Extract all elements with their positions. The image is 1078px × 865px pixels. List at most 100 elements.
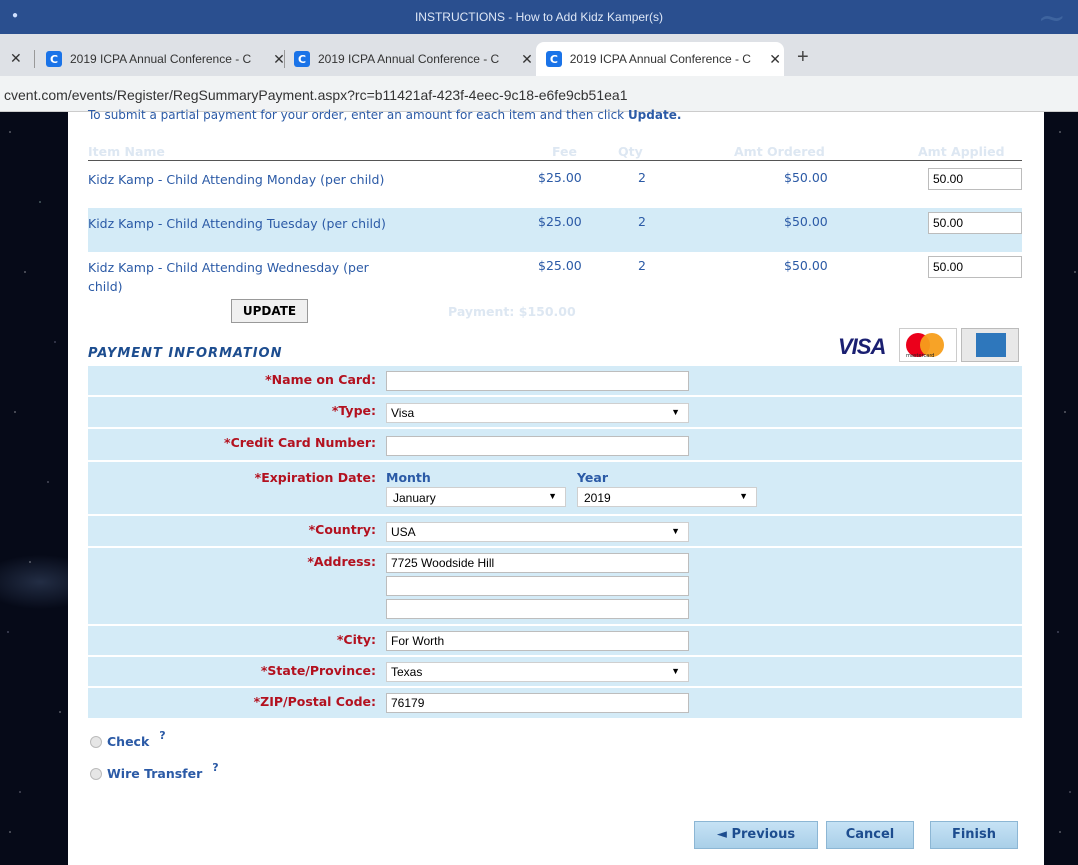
form-row-country: *Country: USA ▼ [88,516,1022,548]
form-row-expiration: *Expiration Date: Month Year January ▼ 2… [88,462,1022,516]
year-label: Year [577,470,608,485]
country-select[interactable]: USA ▼ [386,522,689,542]
tab-separator [284,50,285,68]
dropdown-arrow-icon: ▼ [548,491,557,501]
address-line-2-input[interactable] [386,576,689,596]
url-text[interactable]: cvent.com/events/Register/RegSummaryPaym… [4,87,627,103]
address-bar[interactable]: cvent.com/events/Register/RegSummaryPaym… [0,76,1078,112]
form-row-card-number: *Credit Card Number: [88,429,1022,462]
item-amt-ordered: $50.00 [784,170,828,185]
check-label[interactable]: Check [107,734,149,749]
tab-bar: ✕ C 2019 ICPA Annual Conference - C ✕ C … [0,34,1078,76]
dropdown-arrow-icon: ▼ [671,666,680,676]
state-province-label: *State/Province: [260,663,376,678]
address-line-1-input[interactable]: 7725 Woodside Hill [386,553,689,573]
zip-postal-code-input[interactable]: 76179 [386,693,689,713]
amt-applied-input[interactable]: 50.00 [928,168,1022,190]
month-value: January [393,491,436,505]
amt-applied-input[interactable]: 50.00 [928,212,1022,234]
state-value: Texas [391,665,423,679]
item-qty: 2 [638,258,646,273]
window-title: INSTRUCTIONS - How to Add Kidz Kamper(s) [414,10,664,24]
previous-button[interactable]: ◄ Previous [694,821,818,849]
instructions-body: To submit a partial payment for your ord… [88,108,628,122]
visa-logo: VISA [838,334,886,359]
close-icon[interactable]: ✕ [10,50,22,67]
payment-page: To submit a partial payment for your ord… [68,108,1044,865]
instructions-text: To submit a partial payment for your ord… [88,108,681,122]
table-row: Kidz Kamp - Child Attending Monday (per … [88,164,1022,208]
payment-total: Payment: $150.00 [448,304,576,319]
amex-logo [961,328,1019,362]
col-header-qty: Qty [618,144,643,159]
city-label: *City: [336,632,376,647]
col-header-item-name: Item Name [88,144,165,159]
col-header-amt-ordered: Amt Ordered [734,144,825,159]
payment-method-wire[interactable]: Wire Transfer ? [90,761,219,781]
month-label: Month [386,470,431,485]
dropdown-arrow-icon: ▼ [671,526,680,536]
city-input[interactable]: For Worth [386,631,689,651]
finish-button[interactable]: Finish [930,821,1018,849]
new-tab-plus-icon[interactable]: + [797,46,809,69]
tab-conference-2[interactable]: C 2019 ICPA Annual Conference - C ✕ [294,42,536,76]
form-row-address: *Address: 7725 Woodside Hill [88,548,1022,626]
cvent-favicon-icon: C [46,51,62,67]
name-on-card-label: *Name on Card: [265,372,376,387]
payment-method-check[interactable]: Check ? [90,729,166,749]
cvent-favicon-icon: C [546,51,562,67]
wire-transfer-radio[interactable] [90,767,102,780]
help-icon[interactable]: ? [212,761,218,774]
table-header-divider [88,160,1022,161]
close-icon[interactable]: ✕ [518,51,536,68]
close-icon[interactable]: ✕ [270,51,288,68]
form-row-name: *Name on Card: [88,366,1022,397]
item-name: Kidz Kamp - Child Attending Monday (per … [88,172,385,187]
address-line-3-input[interactable] [386,599,689,619]
check-radio[interactable] [90,735,102,748]
item-qty: 2 [638,214,646,229]
tab-label: 2019 ICPA Annual Conference - C [569,52,751,66]
card-type-select[interactable]: Visa ▼ [386,403,689,423]
dropdown-arrow-icon: ▼ [671,407,680,417]
help-icon[interactable]: ? [159,729,165,742]
item-fee: $25.00 [538,214,582,229]
state-province-select[interactable]: Texas ▼ [386,662,689,682]
credit-card-number-input[interactable] [386,436,689,456]
expiration-month-select[interactable]: January ▼ [386,487,566,507]
payment-form: *Name on Card: *Type: Visa ▼ *Credit Car… [88,366,1022,718]
instructions-update-word: Update. [627,108,682,122]
cancel-button[interactable]: Cancel [826,821,914,849]
item-fee: $25.00 [538,170,582,185]
col-header-fee: Fee [552,144,577,159]
item-fee: $25.00 [538,258,582,273]
wire-transfer-label[interactable]: Wire Transfer [107,766,202,781]
name-on-card-input[interactable] [386,371,689,391]
expiration-year-select[interactable]: 2019 ▼ [577,487,757,507]
mastercard-logo-text: mastercard [906,353,935,359]
tab-label: 2019 ICPA Annual Conference - C [318,52,500,66]
col-header-amt-applied: Amt Applied [918,144,1005,159]
tab-conference-3-active[interactable]: C 2019 ICPA Annual Conference - C ✕ [536,42,784,76]
payment-information-heading: PAYMENT INFORMATION [88,346,283,361]
update-button[interactable]: UPDATE [231,299,308,323]
address-label: *Address: [307,554,376,569]
close-icon[interactable]: ✕ [766,51,784,68]
form-row-type: *Type: Visa ▼ [88,397,1022,429]
amt-applied-input[interactable]: 50.00 [928,256,1022,278]
item-amt-ordered: $50.00 [784,214,828,229]
mastercard-logo: mastercard [899,328,957,362]
item-name: Kidz Kamp - Child Attending Tuesday (per… [88,216,386,231]
table-row: Kidz Kamp - Child Attending Wednesday (p… [88,252,1022,296]
credit-card-number-label: *Credit Card Number: [224,435,376,450]
expiration-date-label: *Expiration Date: [254,470,376,485]
item-amt-ordered: $50.00 [784,258,828,273]
tab-label: 2019 ICPA Annual Conference - C [70,52,252,66]
form-row-state: *State/Province: Texas ▼ [88,657,1022,688]
form-row-city: *City: For Worth [88,626,1022,657]
item-qty: 2 [638,170,646,185]
dropdown-arrow-icon: ▼ [739,491,748,501]
tab-conference-1[interactable]: C 2019 ICPA Annual Conference - C ✕ [46,42,288,76]
country-value: USA [391,525,416,539]
card-type-value: Visa [391,406,415,420]
